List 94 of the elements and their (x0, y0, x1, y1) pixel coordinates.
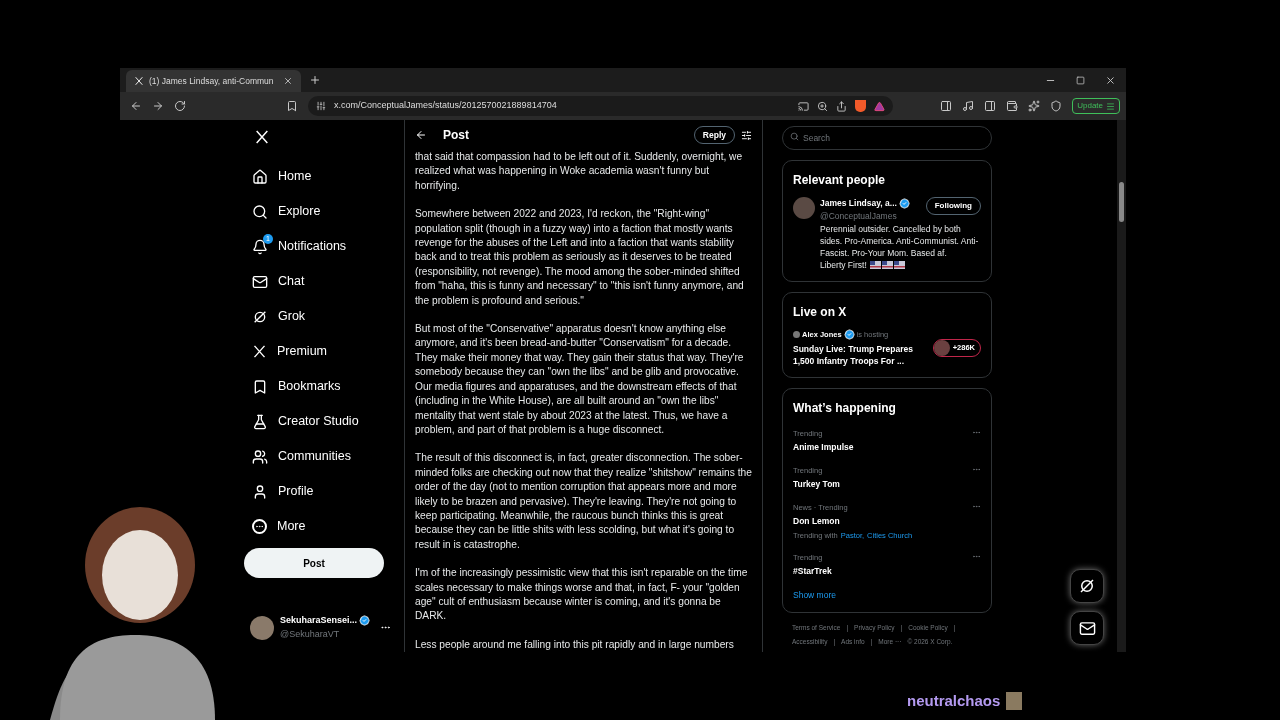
shield-icon[interactable] (1050, 100, 1063, 112)
card-title: Live on X (793, 303, 848, 321)
nav-label: Grok (278, 308, 306, 326)
url-text: x.com/ConceptualJames/status/2012570021889814704 (334, 99, 558, 113)
nav-label: Bookmarks (278, 378, 341, 396)
update-button[interactable]: Update (1072, 98, 1120, 114)
nav-item[interactable]: More (244, 509, 404, 544)
share-icon[interactable] (836, 100, 847, 112)
browser-tab[interactable]: (1) James Lindsay, anti-Commun (126, 70, 301, 92)
cast-icon[interactable] (798, 100, 809, 112)
triangle-icon[interactable] (874, 100, 885, 112)
music-icon[interactable] (962, 100, 975, 112)
nav-item[interactable]: Premium (244, 334, 404, 369)
post-paragraph: But most of the "Conservative" apparatus doesn't know anything else anymore, and it's been bread-and-butter "Conservatism" for a decade. They make their money that way. They gain their status that way. They're somebody because they can "own the libs" and be glib and provocative. Our media figures and apparatuses, and the downstream effects of that (including in the White House), are all built around an "own the libs" mentality that went stale by about 2023 at the latest. Thus, we have a problem, and part of that problem is a huge disconnect. (415, 322, 745, 437)
search-field[interactable]: Search (782, 126, 992, 150)
messages-button[interactable] (1070, 611, 1104, 645)
post-button[interactable]: Post (244, 548, 384, 578)
sparkle-icon[interactable] (1028, 100, 1041, 112)
nav-label: More (277, 518, 306, 536)
account-name: SekuharaSensei... (280, 614, 358, 627)
nav-item[interactable]: Creator Studio (244, 404, 404, 439)
x-favicon-icon (134, 76, 144, 86)
post-paragraph: Somewhere between 2022 and 2023, I'd reckon, the "Right-wing" population split (though in a fuzzy way) into a faction that mostly wants revenge for the abuses of the Left and into a faction that wants stability back and to treat this problem as seriously as it deserves to be treated (responsibility, not revenge). The mood among the sober-minded shifted from "haha, this is funny and necessary" to "this isn't funny anymore, and the problem is profound and serious." (415, 207, 745, 308)
new-tab-icon[interactable] (309, 74, 321, 86)
nav-item[interactable]: Profile (244, 474, 404, 509)
nav-label: Chat (278, 273, 305, 291)
verified-badge-icon (359, 615, 371, 627)
streamer-name: neutralchaos (907, 691, 1001, 711)
person-bio: Perennial outsider. Cancelled by both sides. Pro-America. Anti-Communist. Anti-Fascist. Pro-Your Mom. Based af. (820, 222, 980, 259)
home-icon (252, 168, 268, 185)
verified-badge-icon (898, 197, 910, 209)
nav-label: Communities (278, 448, 351, 466)
x-logo-icon (252, 344, 267, 359)
nav-label: Notifications (278, 238, 347, 256)
search-icon (790, 132, 799, 141)
person-name: James Lindsay, a... (820, 197, 897, 210)
nav-label: Premium (277, 343, 327, 361)
page-title: Post (443, 127, 469, 144)
slashed-circle-icon (1078, 577, 1096, 595)
nav-label: Home (278, 168, 312, 186)
maximize-icon[interactable] (1076, 75, 1085, 85)
nav-label: Creator Studio (278, 413, 359, 431)
trend-topic: Don Lemon (793, 515, 841, 528)
nav-label: Profile (278, 483, 314, 501)
back-icon[interactable] (130, 100, 142, 112)
sidebar-icon[interactable] (984, 100, 997, 112)
bookmark-icon (252, 378, 268, 395)
live-headline: Sunday Live: Trump Prepares 1,500 Infantry Troops For ... (793, 342, 914, 367)
shield-logo-icon[interactable] (855, 100, 866, 112)
back-arrow-icon[interactable] (415, 129, 427, 141)
nav-item[interactable]: Explore (244, 194, 404, 229)
scrollbar[interactable] (1117, 120, 1126, 652)
tab-title: (1) James Lindsay, anti-Commun (149, 74, 275, 88)
flags-icon (869, 260, 906, 269)
bookmark-page-icon[interactable] (286, 100, 298, 112)
nav-item[interactable]: Chat (244, 264, 404, 299)
account-handle: @SekuharaVT (280, 627, 341, 641)
wallet-icon[interactable] (1006, 100, 1019, 112)
photo-placeholder (1006, 692, 1023, 711)
person-bio: Liberty First! (820, 258, 867, 271)
forward-icon[interactable] (152, 100, 164, 112)
search-icon (252, 203, 268, 220)
person-handle: @ConceptualJames (820, 209, 898, 223)
reload-icon[interactable] (174, 100, 186, 112)
show-more-link[interactable]: Show more (793, 589, 981, 602)
post-paragraph: The result of this disconnect is, in fact, greater disconnection. The sober-minded folks are checking out now that they realize "shitshow" remains the order of the day (not to mention corruption that appears more and more likely to be brazen and pervasive). They're leaving. They're not going to keep participating. Meanwhile, the raucous bunch thinks this is great because they can be little shits with less scolding, but what it's going to result in is catastrophe. (415, 451, 752, 552)
nav-item[interactable]: Home (244, 159, 404, 194)
card-title: What’s happening (793, 399, 897, 417)
flask-icon (252, 413, 268, 430)
verified-badge-icon (843, 328, 855, 340)
post-paragraph: that said that compassion had to be left out of it. Suddenly, overnight, we realized what was happening in Woke academia wasn't funny but horrifying. (415, 150, 744, 193)
nav-label: Explore (278, 203, 321, 221)
trend-topic: #StarTrek (793, 565, 833, 578)
x-logo-icon (254, 129, 270, 145)
envelope-icon (1078, 619, 1096, 637)
close-tab-icon[interactable] (283, 76, 293, 86)
nav-item[interactable]: Communities (244, 439, 404, 474)
trend-topic: Anime Impulse (793, 441, 855, 454)
close-window-icon[interactable] (1105, 74, 1116, 86)
grok-button[interactable] (1070, 569, 1104, 603)
people-icon (252, 448, 268, 465)
address-bar[interactable]: x.com/ConceptualJames/status/2012570021889814704 (308, 96, 893, 116)
card-title: Relevant people (793, 172, 887, 189)
trend-topic: Turkey Tom (793, 478, 841, 491)
bell-icon (252, 238, 268, 255)
post-paragraph: Less people around me falling into this pit rapidly and in large numbers (415, 637, 735, 652)
envelope-icon (252, 273, 268, 290)
nav-item[interactable]: Bookmarks (244, 369, 404, 404)
post-paragraph: I'm of the increasingly pessimistic view that this isn't reparable on the time scales necessary to make things worse and that, in fact, F- your "golden age" cult of enthusiasm because winter is coming, and it's gonna be DARK. (415, 566, 749, 624)
nav-item[interactable]: Grok (244, 299, 404, 334)
sliders-icon[interactable] (741, 129, 752, 141)
menu-icon (1106, 101, 1115, 111)
person-icon (252, 483, 268, 500)
zoom-icon[interactable] (817, 100, 828, 112)
